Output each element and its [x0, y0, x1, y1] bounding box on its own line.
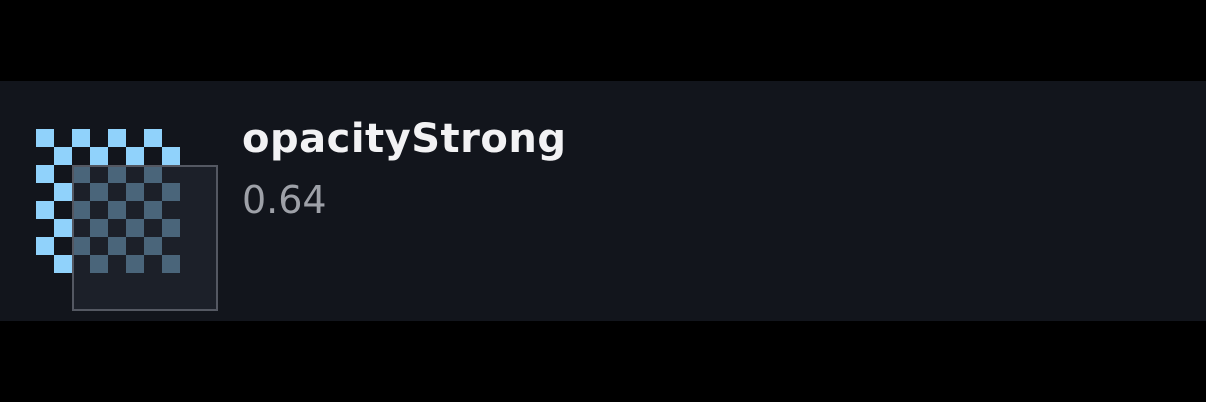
token-value: 0.64: [242, 178, 327, 222]
token-row: opacityStrong 0.64: [0, 81, 1206, 321]
token-name: opacityStrong: [242, 116, 567, 162]
opacity-overlay: [72, 165, 218, 311]
opacity-swatch-icon: [36, 129, 218, 311]
